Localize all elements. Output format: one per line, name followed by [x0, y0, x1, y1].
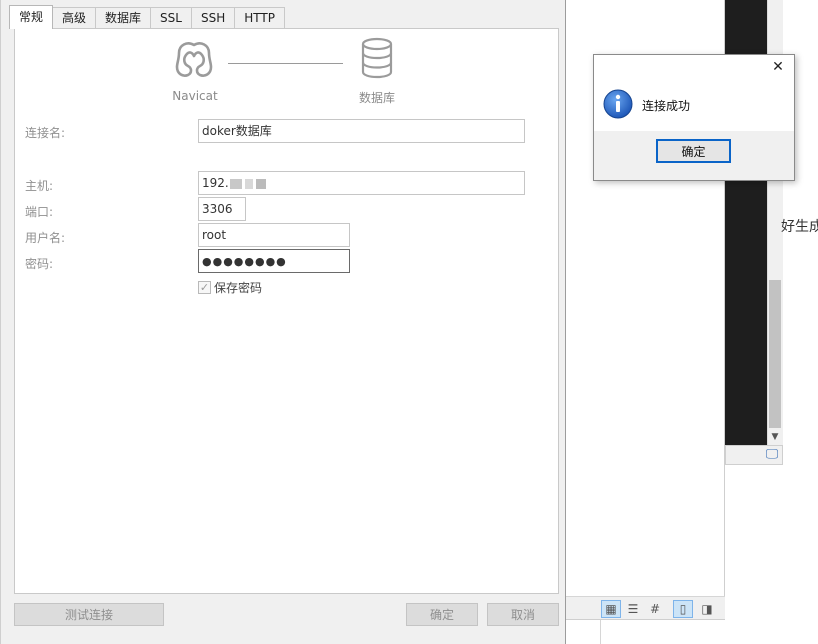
panel-right-icon[interactable]: ◨: [697, 600, 717, 618]
password-mask: ●●●●●●●●: [202, 255, 287, 268]
save-password-row[interactable]: ✓ 保存密码: [198, 279, 262, 295]
redacted-block: [255, 178, 266, 189]
general-panel: Navicat 数据库 连接名: doker数据库 主机: 192. 端口: 3…: [14, 28, 559, 594]
password-label: 密码:: [25, 257, 54, 271]
tab-database[interactable]: 数据库: [95, 7, 152, 29]
redacted-block: [229, 178, 242, 189]
ok-button[interactable]: 确定: [406, 603, 478, 626]
message-box-titlebar: ✕: [594, 55, 794, 81]
connection-name-label: 连接名:: [25, 126, 66, 140]
connection-diagram: Navicat 数据库: [15, 29, 558, 109]
connector-line: [228, 63, 343, 64]
tab-general[interactable]: 常规: [9, 5, 54, 29]
host-label: 主机:: [25, 179, 54, 193]
monitor-icon: 🖵: [765, 447, 779, 462]
port-label: 端口:: [25, 205, 54, 219]
list-view-icon[interactable]: ☰: [623, 600, 643, 618]
test-connection-button[interactable]: 测试连接: [14, 603, 164, 626]
tab-ssl[interactable]: SSL: [150, 7, 192, 29]
message-box-footer: 确定: [594, 131, 794, 180]
username-input[interactable]: root: [198, 223, 350, 247]
username-label: 用户名:: [25, 231, 66, 245]
port-input[interactable]: 3306: [198, 197, 246, 221]
background-text: 好生成: [781, 219, 818, 235]
message-box: ✕ 连接成功 确定: [593, 54, 795, 181]
password-input[interactable]: ●●●●●●●●: [198, 249, 350, 273]
host-value: 192.: [202, 176, 229, 190]
scroll-down-icon[interactable]: ▼: [767, 430, 783, 445]
navicat-logo-icon: [175, 42, 213, 77]
panel-left-icon[interactable]: ▯: [673, 600, 693, 618]
cancel-button[interactable]: 取消: [487, 603, 559, 626]
tab-advanced[interactable]: 高级: [52, 7, 97, 29]
detail-view-icon[interactable]: #: [645, 600, 665, 618]
save-password-label: 保存密码: [214, 280, 263, 295]
message-ok-button[interactable]: 确定: [656, 139, 731, 163]
redacted-block: [244, 178, 253, 189]
background-area: [565, 620, 600, 644]
navicat-label: Navicat: [172, 89, 218, 103]
database-label: 数据库: [358, 91, 395, 105]
tab-bar: 常规 高级 数据库 SSL SSH HTTP: [9, 5, 285, 29]
grid-view-icon[interactable]: ▦: [601, 600, 621, 618]
background-area: [600, 620, 725, 644]
terminal-scroll-thumb[interactable]: [769, 280, 781, 428]
info-icon: [603, 89, 633, 119]
close-icon[interactable]: ✕: [770, 59, 786, 75]
tab-http[interactable]: HTTP: [234, 7, 285, 29]
database-icon: [361, 37, 393, 79]
save-password-checkbox[interactable]: ✓: [198, 280, 211, 294]
message-text: 连接成功: [642, 99, 691, 113]
tab-ssh[interactable]: SSH: [190, 7, 236, 29]
host-input[interactable]: 192.: [198, 171, 525, 195]
connection-name-input[interactable]: doker数据库: [198, 119, 525, 143]
connection-dialog: 常规 高级 数据库 SSL SSH HTTP Navicat 数据库 连接名: …: [0, 0, 566, 644]
